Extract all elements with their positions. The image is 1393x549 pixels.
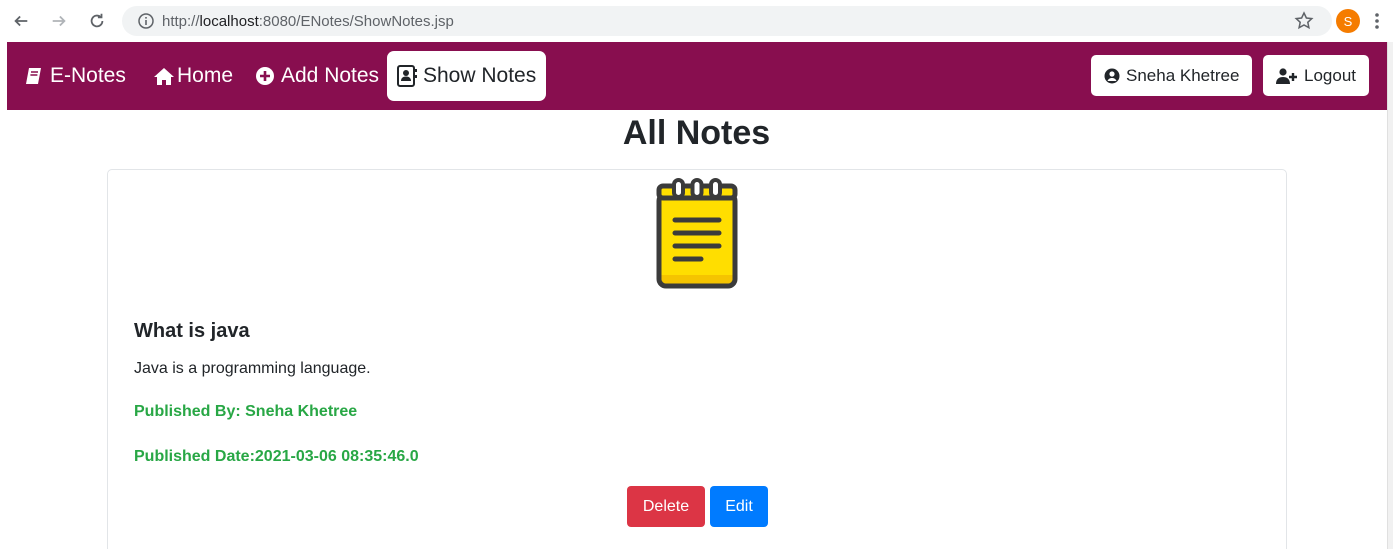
bookmark-star-icon[interactable] [1294,11,1314,31]
delete-button[interactable]: Delete [627,486,705,527]
page: E-Notes Home Add Notes Show Notes Sneha … [0,42,1388,549]
published-by: Published By: Sneha Khetree [134,403,358,420]
logout-label: Logout [1304,65,1356,85]
profile-avatar[interactable]: S [1336,9,1360,33]
navbar: E-Notes Home Add Notes Show Notes Sneha … [7,42,1388,110]
back-button[interactable] [8,8,34,34]
brand-label: E-Notes [50,64,126,87]
user-name: Sneha Khetree [1126,65,1240,85]
notepad-icon [656,178,738,289]
book-icon [26,68,41,84]
address-bar[interactable]: http://localhost:8080/ENotes/ShowNotes.j… [122,6,1332,36]
page-title: All Notes [622,114,771,152]
page-scrollbar[interactable] [1387,42,1393,549]
arrow-left-icon [14,15,28,27]
user-button[interactable]: Sneha Khetree [1091,55,1253,96]
browser-chrome: http://localhost:8080/ENotes/ShowNotes.j… [0,0,1393,42]
home-icon [154,68,174,85]
nav-show-notes[interactable]: Show Notes [387,51,547,101]
url-text: http://localhost:8080/ENotes/ShowNotes.j… [162,13,454,30]
note-content: Java is a programming language. [134,360,371,377]
nav-add-notes[interactable]: Add Notes [255,42,379,110]
nav-home[interactable]: Home [153,42,233,110]
reload-button[interactable] [84,8,110,34]
nav-home-label: Home [177,64,234,87]
more-vert-icon[interactable] [1372,12,1382,30]
nav-add-notes-label: Add Notes [281,64,380,87]
logout-button[interactable]: Logout [1263,55,1369,96]
user-circle-icon [1104,68,1120,83]
info-icon[interactable] [138,13,154,29]
published-date: Published Date:2021-03-06 08:35:46.0 [134,448,419,465]
forward-button[interactable] [46,8,72,34]
edit-button[interactable]: Edit [710,486,768,527]
address-book-icon [397,65,417,87]
plus-circle-icon [256,67,274,85]
reload-icon [90,13,104,28]
user-plus-icon [1276,67,1297,84]
arrow-right-icon [52,15,66,27]
note-card: What is java Java is a programming langu… [107,169,1287,549]
note-title: What is java [134,320,250,342]
brand-link[interactable]: E-Notes [24,42,126,110]
nav-show-notes-label: Show Notes [423,64,537,87]
